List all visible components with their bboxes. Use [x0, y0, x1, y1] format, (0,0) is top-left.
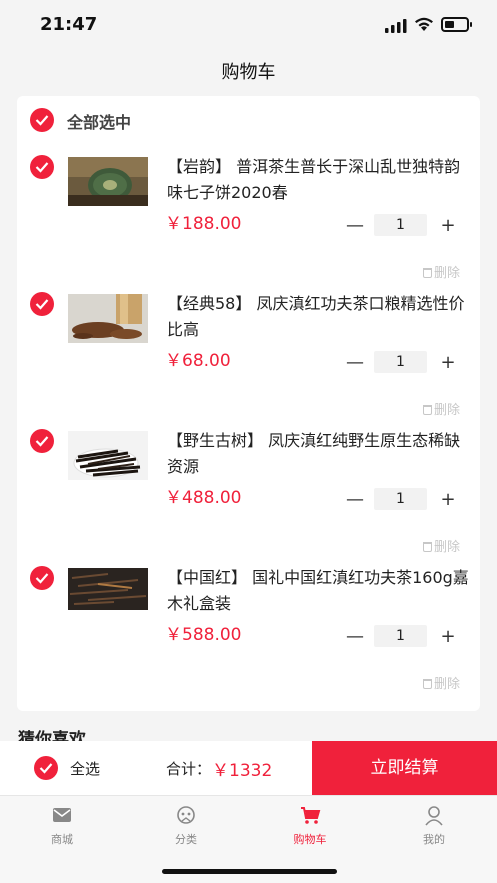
tab-category[interactable]: 分类: [146, 804, 226, 847]
quantity-increase-button[interactable]: +: [436, 625, 460, 649]
cart-item: 【岩韵】 普洱茶生普长于深山乱世独特韵味七子饼2020春 ￥188.00 — 1…: [17, 150, 480, 287]
tab-cart[interactable]: 购物车: [270, 804, 350, 847]
mail-icon: [53, 808, 71, 822]
select-all-label: 全部选中: [67, 113, 132, 132]
tab-label: 分类: [175, 833, 197, 846]
delete-button[interactable]: 删除: [423, 262, 460, 281]
cart-item: 【野生古树】 凤庆滇红纯野生原生态稀缺资源 ￥488.00 — 1 + 删除: [17, 424, 480, 561]
signal-icon: [385, 19, 407, 33]
item-checkbox[interactable]: [30, 155, 54, 179]
item-title[interactable]: 【野生古树】 凤庆滇红纯野生原生态稀缺资源: [167, 428, 470, 480]
total-label: 合计：: [166, 760, 212, 778]
home-indicator[interactable]: [162, 869, 337, 874]
delete-button[interactable]: 删除: [423, 536, 460, 555]
select-all-checkbox[interactable]: [30, 108, 54, 132]
item-price: ￥588.00: [165, 625, 242, 645]
total-value: ￥1332: [212, 761, 273, 781]
item-price: ￥488.00: [165, 488, 242, 508]
page-title: 购物车: [221, 62, 276, 83]
status-bar: 21:47: [0, 0, 497, 52]
tab-me[interactable]: 我的: [394, 804, 474, 847]
quantity-increase-button[interactable]: +: [436, 214, 460, 238]
tab-label: 商城: [51, 833, 73, 846]
delete-label: 删除: [434, 266, 461, 281]
quantity-increase-button[interactable]: +: [436, 351, 460, 375]
tab-label: 购物车: [293, 833, 327, 846]
product-image[interactable]: [68, 568, 148, 617]
wifi-icon: [415, 17, 433, 31]
product-image[interactable]: [68, 294, 148, 343]
battery-icon: [441, 17, 472, 32]
quantity-input[interactable]: 1: [374, 625, 427, 647]
product-image[interactable]: [68, 431, 148, 480]
delete-button[interactable]: 删除: [423, 399, 460, 418]
checkout-bar: 全选 合计： ￥1332 立即结算: [0, 741, 497, 795]
delete-label: 删除: [434, 677, 461, 692]
item-checkbox[interactable]: [30, 292, 54, 316]
trash-icon: [423, 679, 432, 689]
quantity-increase-button[interactable]: +: [436, 488, 460, 512]
item-checkbox[interactable]: [30, 566, 54, 590]
quantity-decrease-button[interactable]: —: [343, 214, 367, 238]
quantity-input[interactable]: 1: [374, 351, 427, 373]
item-title[interactable]: 【岩韵】 普洱茶生普长于深山乱世独特韵味七子饼2020春: [167, 154, 470, 206]
cart-icon: [301, 807, 321, 824]
quantity-decrease-button[interactable]: —: [343, 488, 367, 512]
trash-icon: [423, 542, 432, 552]
quantity-input[interactable]: 1: [374, 488, 427, 510]
item-price: ￥68.00: [165, 351, 231, 371]
quantity-decrease-button[interactable]: —: [343, 351, 367, 375]
tab-mall[interactable]: 商城: [22, 804, 102, 847]
quantity-input[interactable]: 1: [374, 214, 427, 236]
item-title[interactable]: 【中国红】 国礼中国红滇红功夫茶160g嘉木礼盒装: [167, 565, 470, 617]
quantity-decrease-button[interactable]: —: [343, 625, 367, 649]
item-checkbox[interactable]: [30, 429, 54, 453]
delete-label: 删除: [434, 403, 461, 418]
status-time: 21:47: [40, 14, 98, 35]
recommend-title: 猜你喜欢: [18, 730, 86, 742]
delete-button[interactable]: 删除: [423, 673, 460, 692]
checkout-select-all-checkbox[interactable]: [34, 756, 58, 780]
cart-item: 【中国红】 国礼中国红滇红功夫茶160g嘉木礼盒装 ￥588.00 — 1 + …: [17, 561, 480, 698]
user-icon: [425, 806, 443, 826]
cart-item: 【经典58】 凤庆滇红功夫茶口粮精选性价比高 ￥68.00 — 1 + 删除: [17, 287, 480, 424]
checkout-button[interactable]: 立即结算: [312, 741, 497, 795]
product-image[interactable]: [68, 157, 148, 206]
cart-list: 全部选中 【岩韵】 普洱茶生普长于深山乱世独特韵味七子饼2020春 ￥188.0…: [17, 96, 480, 711]
delete-label: 删除: [434, 540, 461, 555]
category-icon: [177, 806, 195, 824]
item-price: ￥188.00: [165, 214, 242, 234]
tab-label: 我的: [423, 833, 445, 846]
trash-icon: [423, 268, 432, 278]
checkout-select-all-label: 全选: [70, 760, 101, 778]
trash-icon: [423, 405, 432, 415]
item-title[interactable]: 【经典58】 凤庆滇红功夫茶口粮精选性价比高: [167, 291, 470, 343]
